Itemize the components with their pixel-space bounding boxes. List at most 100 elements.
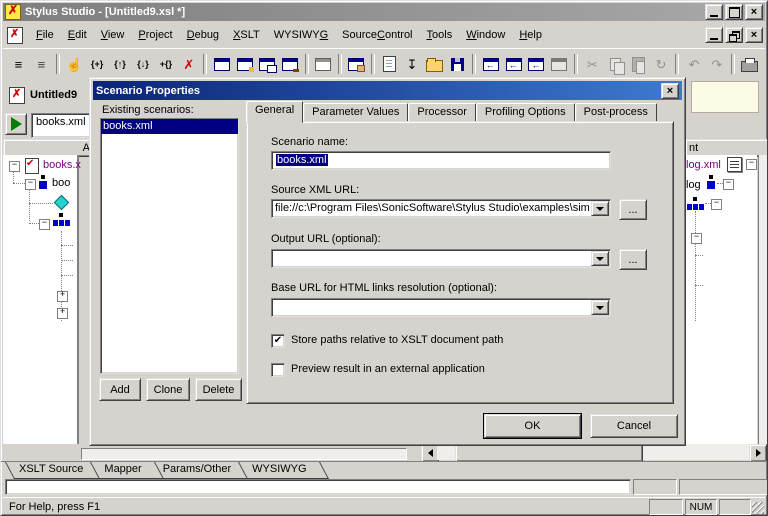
preview-windows-button[interactable] — [256, 53, 279, 75]
source-xml-url-dropdown[interactable] — [591, 201, 609, 216]
preview-browser-button[interactable] — [233, 53, 256, 75]
base-url-combo[interactable] — [271, 298, 611, 317]
collapse-toggle-icon[interactable] — [746, 159, 757, 170]
refresh-button: ↻ — [650, 53, 673, 75]
output-url-combo[interactable] — [271, 249, 611, 268]
left-horizontal-scrollbar[interactable] — [81, 448, 407, 460]
view-tab-mapper[interactable]: Mapper — [90, 462, 155, 479]
save-button[interactable] — [446, 53, 469, 75]
back-window-icon — [483, 58, 499, 71]
mdi-close-button[interactable]: × — [745, 27, 763, 43]
scenario-list-item[interactable]: books.xml — [101, 119, 238, 134]
collapse-toggle-icon[interactable] — [723, 179, 734, 190]
menu-project[interactable]: Project — [131, 26, 179, 44]
base-url-dropdown[interactable] — [591, 300, 609, 315]
xpath-input[interactable] — [5, 479, 631, 495]
scenario-name-input[interactable]: books.xml — [271, 151, 611, 170]
file-tab-icon — [9, 87, 25, 104]
clone-button[interactable]: Clone — [146, 378, 190, 401]
ok-button[interactable]: OK — [484, 414, 581, 438]
target-tree-scrollbar[interactable] — [758, 155, 768, 444]
expand-toggle-icon[interactable] — [57, 291, 68, 302]
menu-wysiwyg[interactable]: WYSIWYG — [267, 26, 335, 44]
target-child-label[interactable]: log — [686, 179, 701, 191]
view-tab-wysiwyg[interactable]: WYSIWYG — [238, 462, 320, 479]
format-indent-button[interactable]: ≡ — [7, 53, 30, 75]
format-block-button[interactable]: ≡ — [30, 53, 53, 75]
menu-window[interactable]: Window — [459, 26, 512, 44]
source-xml-url-browse-button[interactable]: ... — [619, 199, 647, 220]
menu-help[interactable]: Help — [512, 26, 549, 44]
run-button[interactable] — [5, 113, 27, 135]
scenario-list[interactable]: books.xml — [100, 118, 239, 374]
output-url-browse-button[interactable]: ... — [619, 249, 647, 270]
menu-file[interactable]: File — [29, 26, 61, 44]
preview-result-button[interactable] — [210, 53, 233, 75]
resize-grip[interactable] — [752, 502, 764, 514]
close-button[interactable]: × — [745, 4, 763, 20]
maximize-button[interactable] — [725, 4, 743, 20]
menu-sourcecontrol[interactable]: SourceControl — [335, 26, 419, 44]
pan-window-button[interactable] — [345, 53, 368, 75]
target-root-label[interactable]: log.xml — [686, 159, 721, 171]
collapse-toggle-icon[interactable] — [711, 199, 722, 210]
back-window-button[interactable] — [479, 53, 502, 75]
back-window-doc-button[interactable] — [502, 53, 525, 75]
tab-parameter-values[interactable]: Parameter Values — [303, 103, 408, 122]
canvas-horizontal-scrollbar[interactable] — [421, 444, 767, 460]
add-button[interactable]: Add — [99, 378, 141, 401]
arrow-left-icon — [428, 449, 433, 457]
collapse-toggle-icon[interactable] — [39, 219, 50, 230]
paste-button — [627, 53, 650, 75]
collapse-toggle-icon[interactable] — [25, 179, 36, 190]
document-icon[interactable] — [7, 27, 23, 44]
menu-view[interactable]: View — [94, 26, 132, 44]
menu-xslt[interactable]: XSLT — [226, 26, 267, 44]
scroll-right-button[interactable] — [749, 444, 767, 462]
arrow-right-icon — [756, 449, 761, 457]
store-paths-checkbox[interactable]: ✔ — [271, 334, 285, 348]
step-out-button[interactable]: {↓} — [132, 53, 155, 75]
menu-debug[interactable]: Debug — [180, 26, 226, 44]
target-tree: log.xml log — [685, 155, 757, 444]
output-url-value — [275, 252, 591, 265]
expand-toggle-icon[interactable] — [57, 308, 68, 319]
properties-window-button[interactable] — [312, 53, 335, 75]
output-url-dropdown[interactable] — [591, 251, 609, 266]
attribute-icon — [54, 195, 70, 211]
source-root-label[interactable]: books.x — [43, 159, 81, 171]
build-scenario-button[interactable] — [279, 53, 302, 75]
mdi-minimize-button[interactable] — [705, 27, 723, 43]
preview-external-checkbox[interactable] — [271, 363, 285, 377]
minimize-button[interactable] — [705, 4, 723, 20]
collapse-toggle-icon[interactable] — [9, 161, 20, 172]
new-document-button[interactable] — [378, 53, 401, 75]
step-over-button[interactable]: {↑} — [109, 53, 132, 75]
view-tab-xslt-source[interactable]: XSLT Source — [5, 462, 97, 479]
hand-tool-button[interactable]: ☝ — [63, 53, 86, 75]
mdi-restore-button[interactable] — [725, 27, 743, 43]
back-window-alt-button[interactable] — [525, 53, 548, 75]
maximize-icon — [729, 7, 740, 18]
print-button[interactable] — [738, 53, 761, 75]
tab-post-process[interactable]: Post-process — [575, 103, 657, 122]
source-xml-url-combo[interactable]: file://c:\Program Files\SonicSoftware\St… — [271, 199, 611, 218]
tab-general[interactable]: General — [246, 101, 303, 123]
step-into-button[interactable]: {+} — [86, 53, 109, 75]
collapse-toggle-icon[interactable] — [691, 233, 702, 244]
file-tab-untitled9[interactable]: Untitled9 — [5, 83, 81, 107]
tab-processor[interactable]: Processor — [408, 103, 476, 122]
source-child-label[interactable]: boo — [52, 177, 70, 189]
menu-tools[interactable]: Tools — [420, 26, 460, 44]
run-to-cursor-button[interactable]: +{} — [154, 53, 177, 75]
cancel-button[interactable]: Cancel — [590, 414, 678, 438]
open-button[interactable] — [423, 53, 446, 75]
scroll-thumb[interactable] — [455, 444, 643, 462]
dialog-close-button[interactable]: × — [661, 83, 679, 99]
delete-button[interactable]: Delete — [195, 378, 242, 401]
import-document-button[interactable]: ↧ — [401, 53, 424, 75]
menu-edit[interactable]: Edit — [61, 26, 94, 44]
clear-templates-button[interactable]: ✗ — [177, 53, 200, 75]
tab-profiling-options[interactable]: Profiling Options — [476, 103, 575, 122]
cut-icon: ✂ — [587, 58, 598, 71]
